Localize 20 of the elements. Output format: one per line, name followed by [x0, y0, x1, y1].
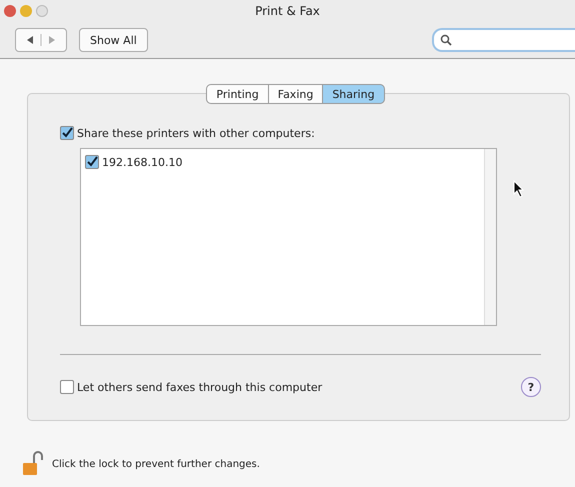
checkbox[interactable]: [60, 126, 74, 140]
search-field[interactable]: [432, 28, 575, 52]
show-all-button[interactable]: Show All: [79, 28, 148, 52]
checkbox-label: Let others send faxes through this computer: [77, 380, 322, 394]
lock-message: Click the lock to prevent further changes.: [52, 458, 260, 470]
tab[interactable]: Faxing: [268, 84, 324, 104]
back-forward-buttons[interactable]: [15, 28, 67, 52]
scrollbar[interactable]: [484, 149, 496, 325]
tab[interactable]: Sharing: [323, 84, 385, 104]
tab[interactable]: Printing: [206, 84, 269, 104]
lock-icon[interactable]: [22, 451, 44, 477]
checkbox-label: Share these printers with other computers:: [77, 126, 315, 140]
help-button[interactable]: ?: [521, 377, 541, 397]
checkbox[interactable]: [85, 155, 99, 169]
pointer-icon: [513, 180, 525, 198]
checkbox[interactable]: [60, 380, 74, 394]
printer-name: 192.168.10.10: [102, 156, 182, 168]
search-icon: [440, 34, 452, 46]
close-button[interactable]: [4, 5, 16, 17]
window-title: Print & Fax: [254, 4, 321, 18]
